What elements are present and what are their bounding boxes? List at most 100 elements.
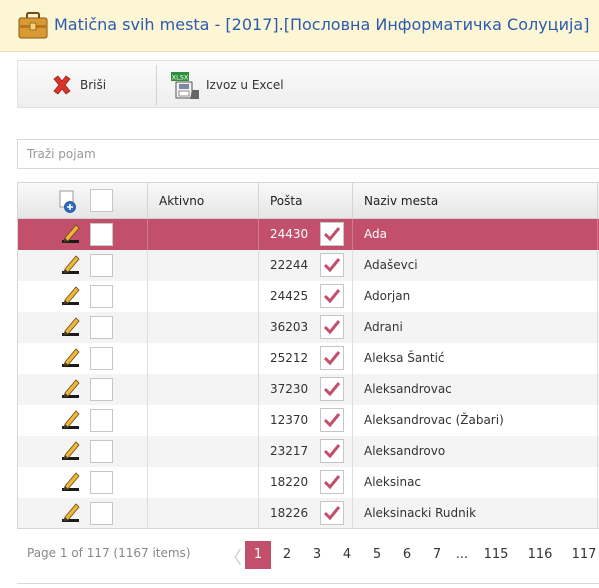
- naziv-mesta-cell: Aleksinacki Rudnik: [353, 498, 598, 528]
- aktivno-cell: [148, 374, 344, 405]
- page-link[interactable]: 3: [308, 541, 326, 569]
- naziv-mesta-cell: Aleksandrovac (Žabari): [353, 405, 598, 436]
- title-bar: Matična svih mesta - [2017].[Пословна Ин…: [0, 0, 599, 52]
- row-checkbox[interactable]: [90, 254, 113, 277]
- page-link[interactable]: 116: [525, 541, 555, 569]
- posta-cell: 24425: [259, 281, 353, 312]
- row-checkbox[interactable]: [90, 409, 113, 432]
- page-link[interactable]: 7: [428, 541, 446, 569]
- search-input[interactable]: Traži pojam: [17, 139, 599, 169]
- row-select-cell: [18, 250, 148, 281]
- table-row[interactable]: 24430 Ada: [18, 219, 599, 250]
- briefcase-icon: [18, 12, 48, 39]
- row-checkbox[interactable]: [90, 440, 113, 463]
- posta-cell: 18220: [259, 467, 353, 498]
- edit-pencil-icon[interactable]: [61, 471, 81, 493]
- naziv-mesta-cell: Aleksinac: [353, 467, 598, 498]
- row-select-cell: [18, 374, 148, 405]
- pager-info: Page 1 of 117 (1167 items): [27, 546, 191, 560]
- edit-pencil-icon[interactable]: [61, 502, 81, 524]
- excel-export-icon: XLSX: [171, 72, 199, 99]
- pager: Page 1 of 117 (1167 items) 〈 1 2 3 4 5 6 7... 1…: [17, 532, 599, 578]
- row-checkbox[interactable]: [90, 502, 113, 525]
- row-checkbox[interactable]: [90, 223, 113, 246]
- table-row[interactable]: 25212 Aleksa Šantić: [18, 343, 599, 374]
- naziv-mesta-cell: Aleksa Šantić: [353, 343, 598, 374]
- table-row[interactable]: 24425 Adorjan: [18, 281, 599, 312]
- edit-pencil-icon[interactable]: [61, 347, 81, 369]
- row-checkbox[interactable]: [90, 378, 113, 401]
- table-row[interactable]: 18220 Aleksinac: [18, 467, 599, 498]
- page-link[interactable]: 115: [481, 541, 511, 569]
- toolbar: Briši XLSX Izvoz u Excel: [17, 60, 599, 108]
- row-select-cell: [18, 498, 148, 528]
- grid-header: Aktivno Pošta Naziv mesta: [18, 183, 599, 219]
- previous-page-icon[interactable]: 〈: [224, 544, 242, 570]
- aktivno-cell: [148, 281, 344, 312]
- row-select-cell: [18, 312, 148, 343]
- aktivno-cell: [148, 467, 344, 498]
- column-header-aktivno[interactable]: Aktivno: [148, 183, 259, 219]
- posta-cell: 24430: [259, 219, 353, 250]
- edit-pencil-icon[interactable]: [61, 285, 81, 307]
- naziv-mesta-cell: Adorjan: [353, 281, 598, 312]
- row-checkbox[interactable]: [90, 347, 113, 370]
- aktivno-cell: [148, 343, 344, 374]
- row-checkbox[interactable]: [90, 316, 113, 339]
- add-new-icon[interactable]: [58, 190, 80, 214]
- page-link[interactable]: 4: [338, 541, 356, 569]
- select-all-checkbox[interactable]: [90, 189, 113, 212]
- export-excel-label: Izvoz u Excel: [206, 78, 284, 92]
- row-select-cell: [18, 405, 148, 436]
- naziv-mesta-cell: Ada: [353, 219, 598, 250]
- table-row[interactable]: 37230 Aleksandrovac: [18, 374, 599, 405]
- edit-pencil-icon[interactable]: [61, 409, 81, 431]
- page-link[interactable]: 6: [398, 541, 416, 569]
- edit-pencil-icon[interactable]: [61, 223, 81, 245]
- column-header-naziv-mesta[interactable]: Naziv mesta: [353, 183, 598, 219]
- pager-ellipsis: ...: [455, 547, 469, 562]
- row-checkbox[interactable]: [90, 285, 113, 308]
- posta-cell: 22244: [259, 250, 353, 281]
- page-link[interactable]: 5: [368, 541, 386, 569]
- table-row[interactable]: 22244 Adaševci: [18, 250, 599, 281]
- table-row[interactable]: 23217 Aleksandrovo: [18, 436, 599, 467]
- data-grid: Aktivno Pošta Naziv mesta 24430 Ada 22244 A…: [17, 182, 599, 529]
- aktivno-cell: [148, 436, 344, 467]
- aktivno-cell: [148, 312, 344, 343]
- page-link[interactable]: 2: [278, 541, 296, 569]
- posta-cell: 23217: [259, 436, 353, 467]
- row-select-cell: [18, 219, 148, 250]
- posta-cell: 37230: [259, 374, 353, 405]
- table-row[interactable]: 12370 Aleksandrovac (Žabari): [18, 405, 599, 436]
- naziv-mesta-cell: Adrani: [353, 312, 598, 343]
- edit-pencil-icon[interactable]: [61, 316, 81, 338]
- delete-button-label: Briši: [80, 78, 107, 92]
- row-select-cell: [18, 467, 148, 498]
- delete-x-icon: [53, 75, 71, 95]
- svg-text:XLSX: XLSX: [172, 74, 189, 82]
- row-select-cell: [18, 436, 148, 467]
- delete-button[interactable]: Briši: [50, 61, 106, 109]
- edit-pencil-icon[interactable]: [61, 440, 81, 462]
- table-row[interactable]: 18226 Aleksinacki Rudnik: [18, 498, 599, 528]
- page-title: Matična svih mesta - [2017].[Пословна Ин…: [54, 15, 590, 34]
- aktivno-cell: [148, 498, 344, 528]
- posta-cell: 25212: [259, 343, 353, 374]
- edit-pencil-icon[interactable]: [61, 254, 81, 276]
- column-header-posta[interactable]: Pošta: [259, 183, 353, 219]
- aktivno-cell: [148, 219, 344, 250]
- page-link[interactable]: 117: [569, 541, 599, 569]
- page-link[interactable]: 1: [245, 541, 271, 569]
- naziv-mesta-cell: Aleksandrovac: [353, 374, 598, 405]
- toolbar-divider: [156, 65, 157, 105]
- aktivno-cell: [148, 250, 344, 281]
- table-row[interactable]: 36203 Adrani: [18, 312, 599, 343]
- row-checkbox[interactable]: [90, 471, 113, 494]
- export-excel-button[interactable]: XLSX Izvoz u Excel: [170, 61, 284, 109]
- aktivno-cell: [148, 405, 344, 436]
- edit-pencil-icon[interactable]: [61, 378, 81, 400]
- divider: [17, 583, 599, 584]
- naziv-mesta-cell: Aleksandrovo: [353, 436, 598, 467]
- posta-cell: 36203: [259, 312, 353, 343]
